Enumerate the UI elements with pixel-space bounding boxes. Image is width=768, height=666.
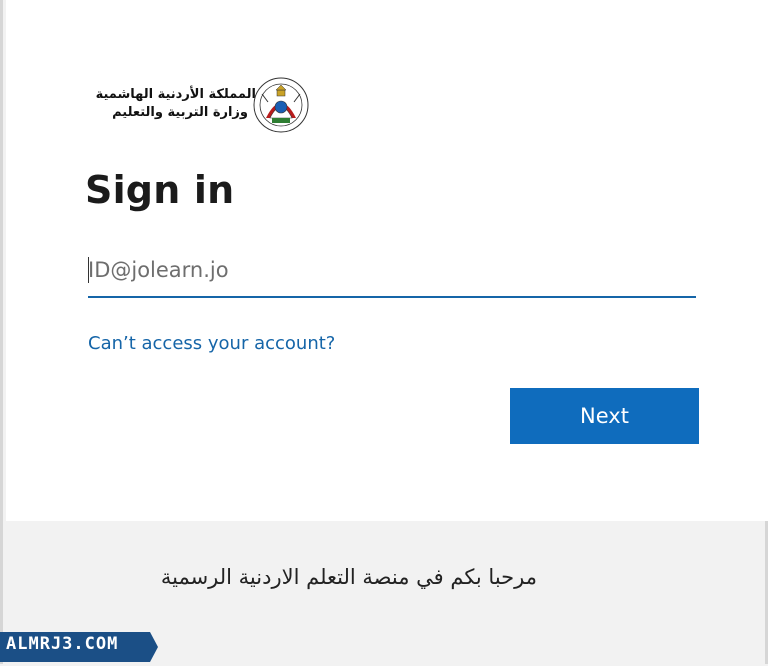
- page-title: Sign in: [85, 168, 235, 212]
- watermark-text: ALMRJ3.COM: [6, 634, 119, 654]
- signin-card: المملكة الأردنية الهاشمية وزارة التربية …: [6, 0, 768, 521]
- jordan-emblem-icon: [253, 77, 309, 133]
- cant-access-account-link[interactable]: Can’t access your account?: [88, 333, 335, 354]
- next-button[interactable]: Next: [510, 388, 699, 444]
- page-frame: المملكة الأردنية الهاشمية وزارة التربية …: [0, 0, 768, 664]
- logo-line-1: المملكة الأردنية الهاشمية: [95, 87, 256, 102]
- ministry-logo: المملكة الأردنية الهاشمية وزارة التربية …: [86, 74, 326, 138]
- email-field[interactable]: [88, 245, 696, 295]
- site-watermark: ALMRJ3.COM: [0, 632, 158, 662]
- email-field-container: [88, 245, 696, 298]
- logo-line-2: وزارة التربية والتعليم: [112, 105, 248, 120]
- text-cursor: [88, 257, 89, 283]
- welcome-message: مرحبا بكم في منصة التعلم الاردنية الرسمي…: [160, 565, 537, 589]
- ministry-name: المملكة الأردنية الهاشمية وزارة التربية …: [86, 86, 256, 122]
